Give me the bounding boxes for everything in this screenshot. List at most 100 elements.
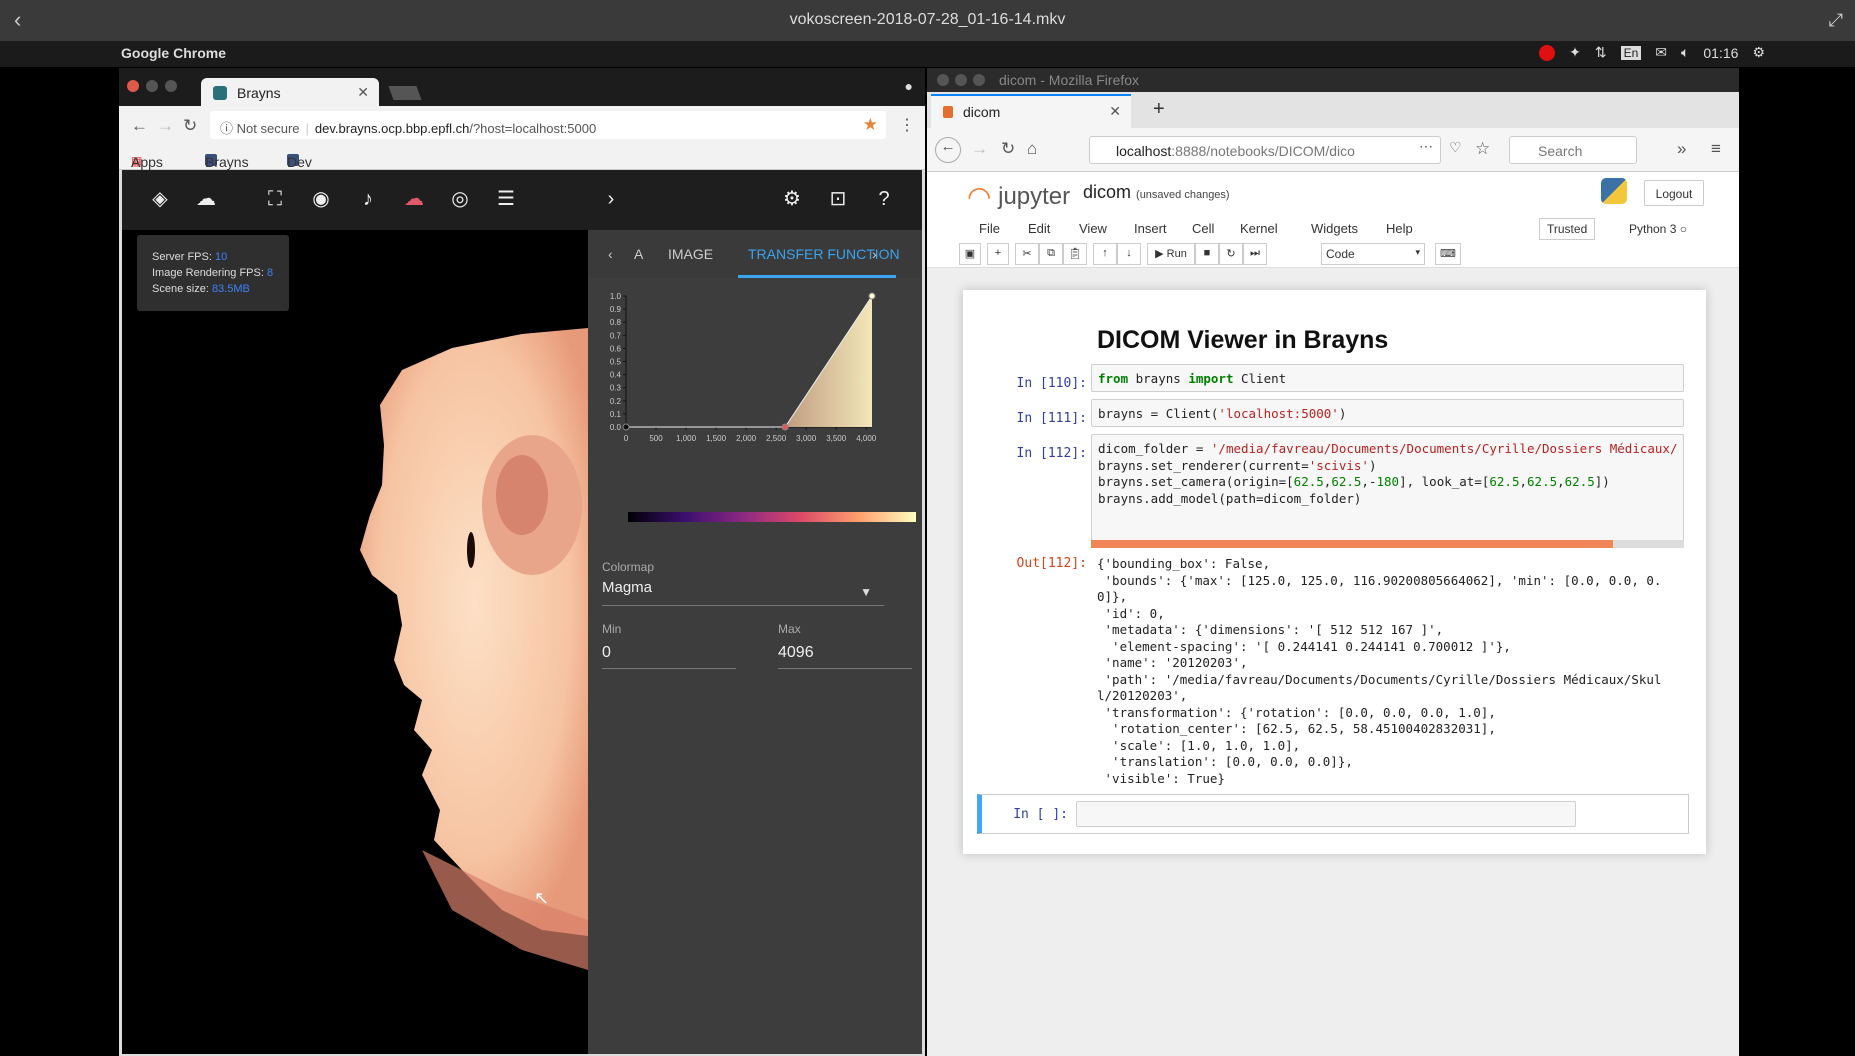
fullscreen-panel-icon[interactable]: ⊡	[825, 187, 851, 211]
restart-icon[interactable]: ↻	[1219, 243, 1243, 265]
code-cell-111[interactable]: brayns = Client('localhost:5000')	[1091, 399, 1684, 427]
menu-edit[interactable]: Edit	[1028, 221, 1050, 236]
ff-url-field[interactable]: localhost:8888/notebooks/DICOM/dico	[1089, 136, 1441, 164]
close-tab-icon[interactable]: ✕	[357, 84, 369, 101]
command-palette-icon[interactable]: ⌨	[1435, 243, 1461, 265]
pocket-icon[interactable]: ♡	[1449, 139, 1462, 156]
tabs-next-icon[interactable]: ›	[872, 246, 877, 262]
mail-icon[interactable]: ✉	[1655, 44, 1667, 61]
logout-button[interactable]: Logout	[1644, 180, 1704, 206]
network-icon[interactable]: ⇅	[1595, 44, 1607, 61]
clock[interactable]: 01:16	[1703, 45, 1738, 61]
info-icon[interactable]: ⓘ	[220, 121, 233, 136]
menu-view[interactable]: View	[1079, 221, 1107, 236]
cloud-off-icon[interactable]: ☁	[401, 187, 427, 211]
tabs-prev-icon[interactable]: ‹	[608, 246, 613, 262]
transfer-function-chart[interactable]: 0.0 0.1 0.2 0.3 0.4 0.5 0.6 0.7 0.8 0.9 1.0 0 500 1,0…	[588, 282, 922, 507]
code-cell-112[interactable]: dicom_folder = '/media/favreau/Documents…	[1091, 434, 1684, 548]
notebook-name[interactable]: dicom (unsaved changes)	[1083, 182, 1230, 203]
settings-gear-icon[interactable]: ⚙	[1752, 44, 1765, 61]
ff-reload-icon[interactable]: ↻	[1001, 139, 1015, 159]
url-field[interactable]: ⓘ Not secure | dev.brayns.ocp.bbp.epfl.ch/…	[210, 111, 886, 139]
control-point[interactable]	[781, 423, 789, 431]
sliders-icon[interactable]: ☰	[493, 187, 519, 211]
cut-icon[interactable]: ✂	[1015, 243, 1039, 265]
paste-icon[interactable]: 📋︎	[1063, 243, 1087, 265]
panel-expand-icon[interactable]: ›	[598, 187, 624, 211]
trusted-badge[interactable]: Trusted	[1539, 218, 1596, 240]
menu-widgets[interactable]: Widgets	[1311, 221, 1358, 236]
help-icon[interactable]: ?	[871, 187, 897, 211]
profile-icon[interactable]: ●	[905, 78, 913, 94]
menu-file[interactable]: File	[979, 221, 1000, 236]
ff-close-button[interactable]	[937, 74, 949, 86]
control-point[interactable]	[622, 423, 630, 431]
cell-scrollbar-thumb[interactable]	[1091, 540, 1613, 548]
bookmark-star-icon[interactable]: ★	[863, 115, 878, 135]
code-cell-110[interactable]: from brayns import Client	[1091, 364, 1684, 392]
record-icon[interactable]	[1539, 44, 1556, 61]
chrome-menu-icon[interactable]: ⋮	[899, 115, 915, 135]
colormap-select[interactable]: Magma ▼	[602, 579, 884, 606]
settings-icon[interactable]: ⚙	[779, 187, 805, 211]
focus-icon[interactable]: ⛶	[262, 187, 288, 211]
cell-scrollbar[interactable]	[1091, 540, 1684, 548]
menu-insert[interactable]: Insert	[1134, 221, 1167, 236]
copy-icon[interactable]: ⧉	[1039, 243, 1063, 265]
back-icon[interactable]: ←	[131, 116, 148, 136]
save-icon[interactable]: ▣	[959, 243, 981, 265]
ff-new-tab-button[interactable]: +	[1153, 98, 1165, 121]
run-button[interactable]: ▶ Run	[1147, 243, 1195, 265]
volume-render-viewport[interactable]	[122, 230, 588, 1054]
layers-icon[interactable]: ◈	[147, 187, 173, 211]
forward-icon[interactable]: →	[157, 116, 174, 136]
move-down-icon[interactable]: ↓	[1117, 243, 1141, 265]
tab-image[interactable]: IMAGE	[668, 246, 713, 262]
ff-forward-icon[interactable]: →	[971, 139, 988, 159]
cell-type-select[interactable]: Code ▾	[1321, 243, 1425, 265]
maximize-window-button[interactable]	[165, 80, 177, 92]
control-point[interactable]	[868, 292, 876, 300]
ff-menu-icon[interactable]: ≡	[1711, 139, 1721, 159]
reload-icon[interactable]: ↻	[183, 116, 197, 136]
upload-cloud-icon[interactable]: ☁	[193, 187, 219, 211]
active-cell[interactable]: In [ ]:	[977, 794, 1689, 834]
stop-icon[interactable]: ■	[1195, 243, 1219, 265]
ff-search-field[interactable]: Search	[1509, 136, 1637, 164]
volume-icon[interactable]: 🔈︎	[1681, 44, 1689, 61]
x-tick-label: 3,000	[796, 434, 817, 443]
fullscreen-icon[interactable]: ⤢	[1829, 8, 1843, 32]
dropdown-caret-icon: ▼	[860, 585, 872, 599]
x-tick-label: 0	[624, 434, 629, 443]
ff-tab-dicom[interactable]: dicom ✕	[931, 94, 1131, 128]
search-placeholder: Search	[1538, 143, 1583, 159]
menu-cell[interactable]: Cell	[1192, 221, 1214, 236]
jupyter-logo[interactable]: ◠ jupyter	[967, 180, 1070, 213]
ff-minimize-button[interactable]	[955, 74, 967, 86]
page-actions-icon[interactable]: ⋯	[1419, 138, 1433, 155]
move-up-icon[interactable]: ↑	[1093, 243, 1117, 265]
keyboard-lang[interactable]: En	[1620, 45, 1642, 60]
bell-icon[interactable]: ♪	[355, 187, 381, 211]
ff-maximize-button[interactable]	[973, 74, 985, 86]
ff-home-icon[interactable]: ⌂	[1027, 139, 1037, 159]
restart-run-all-icon[interactable]: ⏭	[1243, 243, 1267, 265]
menu-help[interactable]: Help	[1386, 221, 1413, 236]
ff-back-icon[interactable]: ←	[935, 137, 961, 163]
new-tab-button[interactable]	[388, 86, 422, 100]
ff-bookmark-icon[interactable]: ☆	[1475, 139, 1490, 159]
overflow-icon[interactable]: »	[1677, 139, 1686, 159]
tab-a[interactable]: A	[634, 246, 643, 262]
max-input[interactable]: 4096	[778, 640, 912, 669]
camera-icon[interactable]: ◉	[308, 187, 334, 211]
github-icon[interactable]: ◎	[447, 187, 473, 211]
insert-cell-icon[interactable]: +	[987, 243, 1009, 265]
min-input[interactable]: 0	[602, 640, 736, 669]
chrome-tab-brayns[interactable]: Brayns ✕	[201, 78, 379, 106]
ff-close-tab-icon[interactable]: ✕	[1109, 103, 1121, 120]
minimize-window-button[interactable]	[146, 80, 158, 92]
empty-code-input[interactable]	[1076, 801, 1576, 827]
dropbox-icon[interactable]: ✦	[1569, 44, 1581, 61]
close-window-button[interactable]	[127, 80, 139, 92]
menu-kernel[interactable]: Kernel	[1240, 221, 1278, 236]
